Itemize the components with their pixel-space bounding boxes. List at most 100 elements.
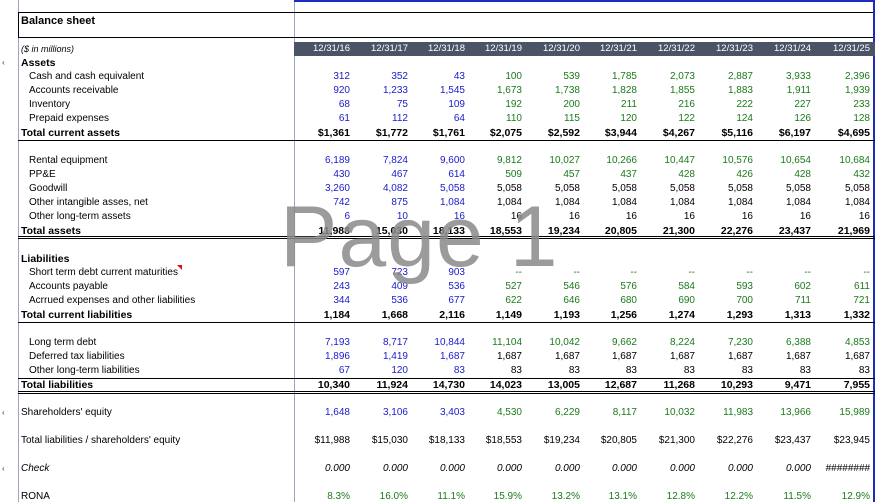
year-header[interactable]: 12/31/18 — [408, 43, 465, 54]
table-cell[interactable]: 1,419 — [351, 351, 408, 362]
table-cell[interactable]: 1,687 — [523, 351, 580, 362]
table-cell[interactable]: 2,396 — [813, 71, 870, 82]
table-cell[interactable]: -- — [638, 267, 695, 278]
row-label[interactable]: Accounts receivable — [29, 85, 119, 96]
table-cell[interactable]: $20,805 — [580, 435, 637, 446]
table-cell[interactable]: 10,684 — [813, 155, 870, 166]
group-marker-icon[interactable]: ‹ — [2, 464, 5, 473]
row-label[interactable]: Assets — [21, 57, 55, 69]
table-cell[interactable]: $23,945 — [813, 435, 870, 446]
table-cell[interactable]: -- — [696, 267, 753, 278]
table-cell[interactable]: -- — [813, 267, 870, 278]
table-cell[interactable]: 1,084 — [580, 197, 637, 208]
table-cell[interactable]: 16 — [813, 211, 870, 222]
table-cell[interactable]: 700 — [696, 295, 753, 306]
table-cell[interactable]: $2,592 — [523, 127, 580, 139]
table-cell[interactable]: 1,687 — [696, 351, 753, 362]
table-cell[interactable]: 875 — [351, 197, 408, 208]
table-cell[interactable]: 3,933 — [754, 71, 811, 82]
table-cell[interactable]: 8.3% — [293, 491, 350, 502]
table-cell[interactable]: 16.0% — [351, 491, 408, 502]
row-label[interactable]: Acrrued expenses and other liabilities — [29, 295, 195, 306]
table-cell[interactable]: 1,648 — [293, 407, 350, 418]
table-cell[interactable]: 903 — [408, 267, 465, 278]
table-cell[interactable]: 227 — [754, 99, 811, 110]
table-cell[interactable]: $18,133 — [408, 435, 465, 446]
table-cell[interactable]: 11.5% — [754, 491, 811, 502]
table-cell[interactable]: -- — [523, 267, 580, 278]
table-cell[interactable]: 12.2% — [696, 491, 753, 502]
table-cell[interactable]: 7,193 — [293, 337, 350, 348]
row-label[interactable]: Short term debt current maturities — [29, 267, 178, 278]
table-cell[interactable]: 11,268 — [638, 379, 695, 391]
table-cell[interactable]: 690 — [638, 295, 695, 306]
table-cell[interactable]: 216 — [638, 99, 695, 110]
table-cell[interactable]: 5,058 — [580, 183, 637, 194]
table-cell[interactable]: 120 — [351, 365, 408, 376]
table-cell[interactable]: $1,361 — [293, 127, 350, 139]
table-cell[interactable]: $4,695 — [813, 127, 870, 139]
table-cell[interactable]: 126 — [754, 113, 811, 124]
table-cell[interactable]: $1,772 — [351, 127, 408, 139]
table-cell[interactable]: 0.000 — [408, 463, 465, 474]
table-cell[interactable]: 428 — [638, 169, 695, 180]
table-cell[interactable]: 83 — [523, 365, 580, 376]
table-cell[interactable]: 536 — [408, 281, 465, 292]
table-cell[interactable]: 11,983 — [696, 407, 753, 418]
table-cell[interactable]: $15,030 — [351, 435, 408, 446]
table-cell[interactable]: 115 — [523, 113, 580, 124]
table-cell[interactable]: 10,266 — [580, 155, 637, 166]
table-cell[interactable]: 614 — [408, 169, 465, 180]
table-cell[interactable]: 7,230 — [696, 337, 753, 348]
table-cell[interactable]: 9,600 — [408, 155, 465, 166]
table-cell[interactable]: 2,116 — [408, 309, 465, 321]
row-label[interactable]: Other long-term assets — [29, 211, 131, 222]
table-cell[interactable]: 3,403 — [408, 407, 465, 418]
table-cell[interactable]: 8,224 — [638, 337, 695, 348]
table-cell[interactable]: 0.000 — [465, 463, 522, 474]
table-cell[interactable]: 67 — [293, 365, 350, 376]
table-cell[interactable]: 10,447 — [638, 155, 695, 166]
table-cell[interactable]: 1,332 — [813, 309, 870, 321]
table-cell[interactable]: 509 — [465, 169, 522, 180]
table-cell[interactable]: 5,058 — [465, 183, 522, 194]
table-cell[interactable]: 611 — [813, 281, 870, 292]
table-cell[interactable]: 1,687 — [408, 351, 465, 362]
table-cell[interactable]: 16 — [580, 211, 637, 222]
table-cell[interactable]: 5,058 — [408, 183, 465, 194]
table-cell[interactable]: 409 — [351, 281, 408, 292]
table-cell[interactable]: 1,193 — [523, 309, 580, 321]
table-cell[interactable]: 128 — [813, 113, 870, 124]
table-cell[interactable]: 83 — [465, 365, 522, 376]
table-cell[interactable]: $19,234 — [523, 435, 580, 446]
table-cell[interactable]: 10 — [351, 211, 408, 222]
table-cell[interactable]: 539 — [523, 71, 580, 82]
table-cell[interactable]: 211 — [580, 99, 637, 110]
table-cell[interactable]: 5,058 — [523, 183, 580, 194]
table-cell[interactable]: -- — [754, 267, 811, 278]
table-cell[interactable]: 1,084 — [523, 197, 580, 208]
table-cell[interactable]: 1,896 — [293, 351, 350, 362]
table-cell[interactable]: 742 — [293, 197, 350, 208]
table-cell[interactable]: 723 — [351, 267, 408, 278]
table-cell[interactable]: 1,687 — [813, 351, 870, 362]
table-cell[interactable]: 122 — [638, 113, 695, 124]
year-header[interactable]: 12/31/23 — [696, 43, 753, 54]
row-label[interactable]: Other intangible asses, net — [29, 197, 148, 208]
table-cell[interactable]: 83 — [696, 365, 753, 376]
table-cell[interactable]: 16 — [696, 211, 753, 222]
table-cell[interactable]: 2,073 — [638, 71, 695, 82]
year-header[interactable]: 12/31/24 — [754, 43, 811, 54]
table-cell[interactable]: 9,471 — [754, 379, 811, 391]
table-cell[interactable]: 6 — [293, 211, 350, 222]
table-cell[interactable]: 1,084 — [696, 197, 753, 208]
table-cell[interactable]: 192 — [465, 99, 522, 110]
table-cell[interactable]: 1,149 — [465, 309, 522, 321]
table-cell[interactable]: 352 — [351, 71, 408, 82]
table-cell[interactable]: -- — [465, 267, 522, 278]
table-cell[interactable]: 10,340 — [293, 379, 350, 391]
table-cell[interactable]: 1,855 — [638, 85, 695, 96]
table-cell[interactable]: 0.000 — [638, 463, 695, 474]
table-cell[interactable]: 5,058 — [638, 183, 695, 194]
year-header[interactable]: 12/31/17 — [351, 43, 408, 54]
